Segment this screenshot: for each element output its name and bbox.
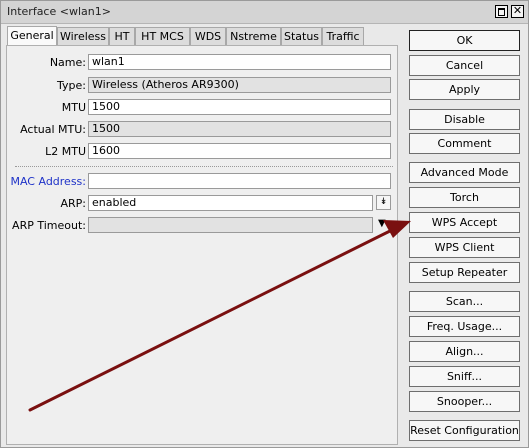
window-title: Interface <wlan1>	[7, 5, 111, 18]
reset-configuration-button[interactable]: Reset Configuration	[409, 420, 520, 441]
l2-mtu-label: L2 MTU	[45, 145, 86, 158]
mac-address-label: MAC Address:	[10, 175, 86, 188]
wps-accept-button[interactable]: WPS Accept	[409, 212, 520, 233]
section-divider	[15, 166, 393, 167]
arp-timeout-label: ARP Timeout:	[12, 219, 86, 232]
l2-mtu-field[interactable]: 1600	[88, 143, 391, 159]
actual-mtu-label: Actual MTU:	[20, 123, 86, 136]
comment-button[interactable]: Comment	[409, 133, 520, 154]
torch-button[interactable]: Torch	[409, 187, 520, 208]
tab-wds[interactable]: WDS	[190, 27, 226, 45]
sniff-button[interactable]: Sniff...	[409, 366, 520, 387]
snooper-button[interactable]: Snooper...	[409, 391, 520, 412]
tab-ht-mcs[interactable]: HT MCS	[135, 27, 190, 45]
freq-usage-button[interactable]: Freq. Usage...	[409, 316, 520, 337]
mtu-label: MTU	[61, 101, 86, 114]
tab-ht[interactable]: HT	[109, 27, 135, 45]
setup-repeater-button[interactable]: Setup Repeater	[409, 262, 520, 283]
arp-select[interactable]: enabled	[88, 195, 373, 211]
ok-button[interactable]: OK	[409, 30, 520, 51]
general-panel: Name: wlan1 Type: Wireless (Atheros AR93…	[6, 45, 398, 445]
type-label: Type:	[57, 79, 86, 92]
interface-window: Interface <wlan1> ✕ General Wireless HT …	[0, 0, 529, 448]
arp-timeout-field[interactable]	[88, 217, 373, 233]
type-field: Wireless (Atheros AR9300)	[88, 77, 391, 93]
close-icon[interactable]: ✕	[511, 5, 524, 18]
tab-status[interactable]: Status	[281, 27, 322, 45]
mtu-field[interactable]: 1500	[88, 99, 391, 115]
title-bar[interactable]: Interface <wlan1> ✕	[1, 1, 528, 24]
arp-dropdown-icon[interactable]: ↡	[376, 195, 391, 210]
actual-mtu-field: 1500	[88, 121, 391, 137]
advanced-mode-button[interactable]: Advanced Mode	[409, 162, 520, 183]
apply-button[interactable]: Apply	[409, 79, 520, 100]
mac-address-field[interactable]	[88, 173, 391, 189]
tab-wireless[interactable]: Wireless	[57, 27, 109, 45]
arp-label: ARP:	[60, 197, 86, 210]
disable-button[interactable]: Disable	[409, 109, 520, 130]
maximize-icon[interactable]	[495, 5, 508, 18]
cancel-button[interactable]: Cancel	[409, 55, 520, 76]
align-button[interactable]: Align...	[409, 341, 520, 362]
name-field[interactable]: wlan1	[88, 54, 391, 70]
tab-general[interactable]: General	[7, 26, 57, 46]
name-label: Name:	[49, 56, 86, 69]
tab-traffic[interactable]: Traffic	[322, 27, 364, 45]
tab-nstreme[interactable]: Nstreme	[226, 27, 281, 45]
arp-timeout-dropdown-icon[interactable]: ▼	[378, 218, 386, 229]
wps-client-button[interactable]: WPS Client	[409, 237, 520, 258]
scan-button[interactable]: Scan...	[409, 291, 520, 312]
